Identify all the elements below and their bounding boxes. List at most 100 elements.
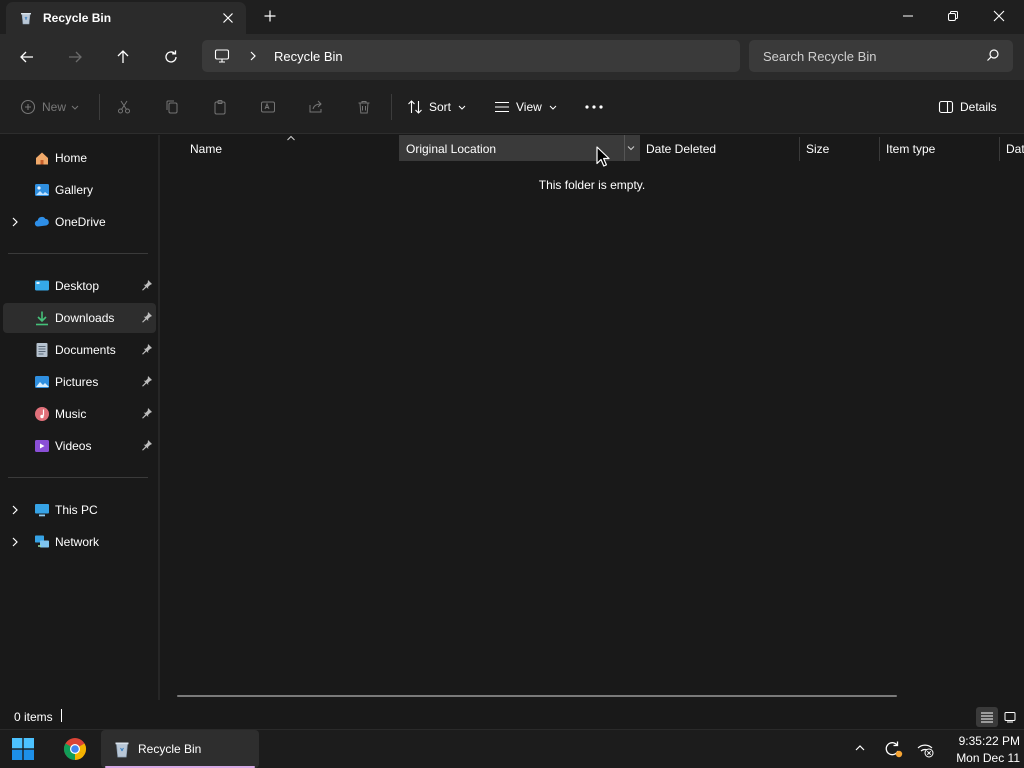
sidebar-item-network[interactable]: Network bbox=[3, 527, 156, 557]
pin-icon[interactable] bbox=[141, 343, 153, 355]
arrow-left-icon bbox=[20, 51, 33, 63]
taskbar-app-file-explorer[interactable]: Recycle Bin bbox=[101, 730, 259, 768]
mouse-cursor-icon bbox=[596, 146, 610, 167]
close-tab-icon[interactable] bbox=[219, 9, 237, 27]
paste-button[interactable] bbox=[212, 94, 228, 120]
more-icon bbox=[585, 105, 603, 109]
large-icons-view-button[interactable] bbox=[1000, 707, 1020, 727]
sync-icon[interactable] bbox=[882, 739, 904, 759]
column-header-name[interactable]: Name bbox=[160, 135, 399, 161]
sidebar-item-label: This PC bbox=[55, 503, 98, 517]
status-bar: 0 items bbox=[0, 700, 1024, 729]
taskbar: Recycle Bin 9:35:22 PM Mon Dec 11 bbox=[0, 729, 1024, 768]
file-list[interactable]: Name Original Location Date Deleted Size… bbox=[160, 135, 1024, 700]
sidebar-item-label: Videos bbox=[55, 439, 92, 453]
sidebar-item-label: Network bbox=[55, 535, 100, 549]
scissors-icon bbox=[118, 100, 130, 114]
tab-recycle-bin[interactable]: Recycle Bin bbox=[6, 2, 246, 34]
downloads-icon bbox=[36, 311, 48, 326]
new-button[interactable]: New bbox=[20, 94, 80, 120]
close-window-button[interactable] bbox=[976, 0, 1022, 32]
pin-icon[interactable] bbox=[141, 375, 153, 387]
pin-icon[interactable] bbox=[141, 311, 153, 323]
sidebar-item-onedrive[interactable]: OneDrive bbox=[3, 207, 156, 237]
trash-icon bbox=[358, 101, 370, 114]
delete-button[interactable] bbox=[356, 94, 372, 120]
pin-icon[interactable] bbox=[141, 439, 153, 451]
search-input[interactable]: Search Recycle Bin bbox=[763, 49, 876, 64]
share-button[interactable] bbox=[308, 94, 324, 120]
rename-icon bbox=[261, 101, 275, 113]
windows-start-icon[interactable] bbox=[12, 738, 34, 760]
view-button[interactable]: View bbox=[494, 94, 558, 120]
sort-label: Sort bbox=[429, 100, 452, 114]
column-header-label: Dat bbox=[1006, 142, 1024, 156]
up-button[interactable] bbox=[110, 44, 136, 70]
sidebar-item-this-pc[interactable]: This PC bbox=[3, 495, 156, 525]
chevron-right-icon[interactable] bbox=[10, 504, 20, 516]
sidebar-item-music[interactable]: Music bbox=[3, 399, 156, 429]
cut-button[interactable] bbox=[116, 94, 132, 120]
address-location[interactable]: Recycle Bin bbox=[274, 49, 343, 64]
close-icon bbox=[993, 10, 1005, 22]
new-tab-icon[interactable] bbox=[261, 7, 279, 25]
chrome-icon[interactable] bbox=[63, 737, 87, 761]
videos-icon bbox=[35, 440, 49, 452]
clipboard-icon bbox=[214, 100, 226, 115]
chevron-up-icon[interactable] bbox=[854, 743, 866, 753]
copy-button[interactable] bbox=[164, 94, 180, 120]
forward-button[interactable] bbox=[62, 44, 88, 70]
sidebar-item-home[interactable]: Home bbox=[3, 143, 156, 173]
column-header-date[interactable]: Dat bbox=[1000, 135, 1024, 161]
sidebar-item-documents[interactable]: Documents bbox=[3, 335, 156, 365]
address-bar[interactable]: Recycle Bin bbox=[202, 40, 740, 72]
details-button[interactable]: Details bbox=[938, 94, 997, 120]
rename-button[interactable] bbox=[260, 94, 276, 120]
column-header-date-deleted[interactable]: Date Deleted bbox=[640, 135, 799, 161]
chevron-down-icon[interactable] bbox=[627, 145, 635, 151]
onedrive-icon bbox=[34, 216, 49, 227]
refresh-button[interactable] bbox=[158, 44, 184, 70]
sort-button[interactable]: Sort bbox=[407, 94, 467, 120]
divider bbox=[99, 94, 100, 120]
search-box[interactable]: Search Recycle Bin bbox=[749, 40, 1013, 72]
home-icon bbox=[36, 152, 48, 165]
chevron-right-icon[interactable] bbox=[248, 50, 258, 62]
pin-icon[interactable] bbox=[141, 407, 153, 419]
column-header-label: Original Location bbox=[406, 142, 497, 156]
pictures-icon bbox=[35, 376, 49, 388]
status-separator bbox=[61, 709, 62, 722]
details-view-button[interactable] bbox=[976, 707, 998, 727]
arrow-right-icon bbox=[69, 51, 82, 63]
column-header-item-type[interactable]: Item type bbox=[880, 135, 999, 161]
arrow-up-icon bbox=[117, 50, 129, 63]
search-icon[interactable] bbox=[986, 48, 1000, 62]
view-label: View bbox=[516, 100, 542, 114]
pin-icon[interactable] bbox=[141, 279, 153, 291]
sidebar-item-downloads[interactable]: Downloads bbox=[3, 303, 156, 333]
sidebar-item-gallery[interactable]: Gallery bbox=[3, 175, 156, 205]
column-header-size[interactable]: Size bbox=[800, 135, 879, 161]
chevron-down-icon bbox=[458, 105, 466, 110]
back-button[interactable] bbox=[14, 44, 40, 70]
horizontal-scrollbar[interactable] bbox=[177, 695, 897, 697]
sidebar-item-pictures[interactable]: Pictures bbox=[3, 367, 156, 397]
sidebar-item-label: Desktop bbox=[55, 279, 100, 293]
minimize-button[interactable] bbox=[885, 0, 931, 32]
title-bar: Recycle Bin bbox=[0, 0, 1024, 34]
clock-time: 9:35:22 PM bbox=[958, 734, 1020, 748]
sidebar-item-videos[interactable]: Videos bbox=[3, 431, 156, 461]
chevron-right-icon[interactable] bbox=[10, 216, 20, 228]
column-header-label: Name bbox=[190, 142, 223, 156]
column-divider bbox=[624, 135, 625, 161]
system-clock[interactable]: 9:35:22 PM Mon Dec 11 bbox=[940, 733, 1020, 767]
copy-icon bbox=[166, 100, 178, 114]
more-options-button[interactable] bbox=[584, 94, 604, 120]
restore-button[interactable] bbox=[930, 0, 976, 32]
documents-icon bbox=[36, 343, 48, 357]
network-disconnected-icon[interactable] bbox=[916, 740, 936, 758]
chevron-right-icon[interactable] bbox=[10, 536, 20, 548]
sidebar-item-desktop[interactable]: Desktop bbox=[3, 271, 156, 301]
divider bbox=[391, 94, 392, 120]
music-icon bbox=[35, 407, 49, 421]
